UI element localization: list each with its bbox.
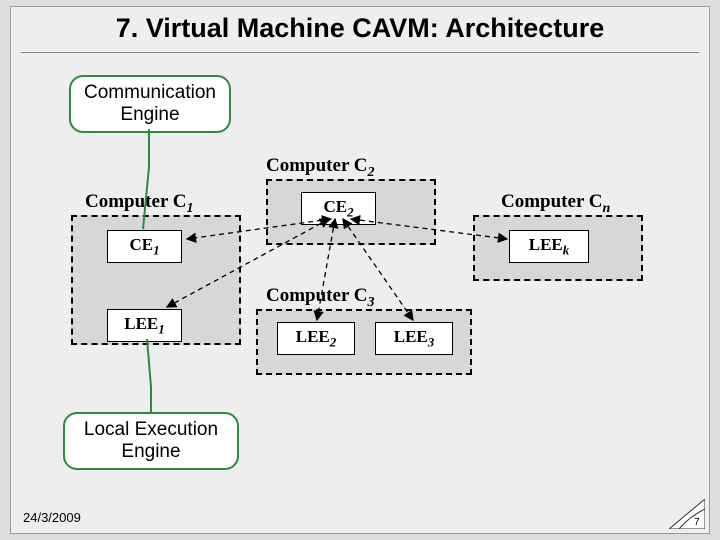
label-computer-c2: Computer C2 (266, 155, 375, 181)
label-computer-cn: Computer Cn (501, 191, 610, 217)
label-c2-text: Computer C (266, 155, 368, 176)
page-number: 7 (694, 517, 700, 528)
node-ce2-text: CE (323, 197, 347, 216)
node-leek-sub: k (563, 242, 570, 257)
node-lee2-sub: 2 (330, 334, 337, 349)
node-ce1: CE1 (107, 230, 182, 263)
callout-communication-engine: Communication Engine (69, 75, 231, 133)
callout-local-execution-engine: Local Execution Engine (63, 412, 239, 470)
node-leek: LEEk (509, 230, 589, 263)
label-c3-text: Computer C (266, 285, 368, 306)
node-lee3-text: LEE (394, 327, 428, 346)
slide-title: 7. Virtual Machine CAVM: Architecture (21, 13, 699, 53)
callout-comm-text: Communication Engine (84, 82, 216, 125)
page-curl-icon: 7 (669, 499, 705, 529)
node-leek-text: LEE (529, 235, 563, 254)
node-lee1-text: LEE (124, 314, 158, 333)
node-lee3: LEE3 (375, 322, 453, 355)
label-c3-sub: 3 (368, 295, 375, 310)
node-ce1-text: CE (129, 235, 153, 254)
label-computer-c1: Computer C1 (85, 191, 194, 217)
label-cn-text: Computer C (501, 191, 603, 212)
label-cn-sub: n (603, 201, 611, 216)
label-c1-sub: 1 (187, 201, 194, 216)
node-lee2-text: LEE (296, 327, 330, 346)
label-c2-sub: 2 (368, 165, 375, 180)
label-c1-text: Computer C (85, 191, 187, 212)
node-ce2-sub: 2 (347, 204, 354, 219)
footer-date: 24/3/2009 (23, 510, 81, 525)
node-ce1-sub: 1 (153, 242, 160, 257)
callout-local-text: Local Execution Engine (84, 419, 218, 462)
label-computer-c3: Computer C3 (266, 285, 375, 311)
node-lee3-sub: 3 (428, 334, 435, 349)
node-ce2: CE2 (301, 192, 376, 225)
node-lee1-sub: 1 (158, 321, 165, 336)
node-lee1: LEE1 (107, 309, 182, 342)
node-lee2: LEE2 (277, 322, 355, 355)
